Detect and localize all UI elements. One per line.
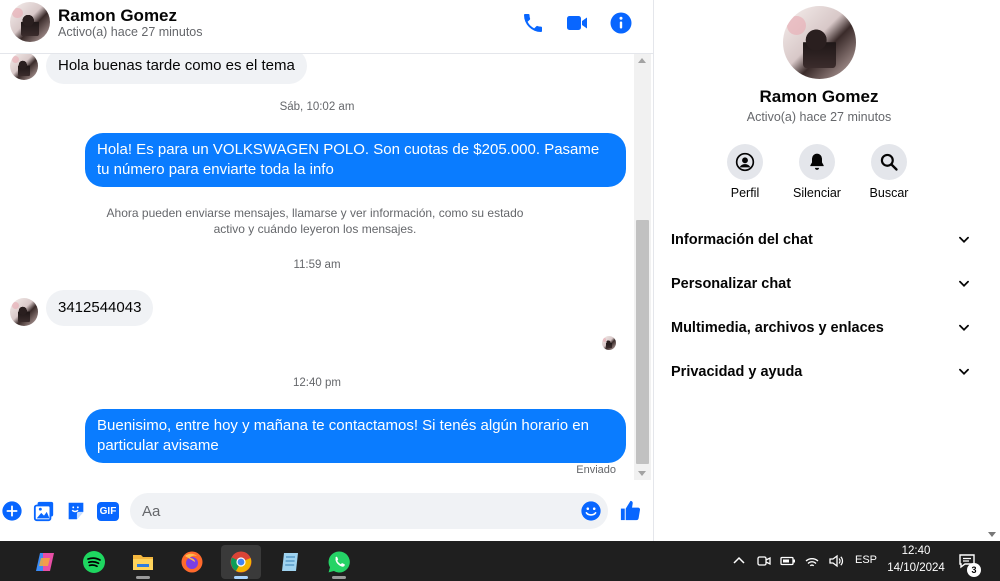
composer: GIF [0, 490, 653, 532]
taskbar-chrome[interactable] [221, 545, 261, 579]
chat-header: Ramon Gomez Activo(a) hace 27 minutos [0, 0, 653, 54]
bell-icon [810, 153, 824, 170]
panel-scrollbar[interactable] [986, 0, 1000, 541]
phone-icon[interactable] [521, 11, 545, 35]
notification-count-badge: 3 [967, 563, 981, 577]
taskbar-copilot[interactable] [25, 545, 65, 579]
chevron-down-icon [959, 280, 969, 287]
section-chat-info[interactable]: Información del chat [671, 222, 971, 258]
firefox-icon [181, 551, 203, 573]
taskbar-notepad[interactable] [270, 545, 310, 579]
scroll-down-arrow-icon[interactable] [988, 532, 996, 537]
taskbar-file-explorer[interactable] [123, 545, 163, 579]
sender-avatar[interactable] [10, 54, 38, 80]
message-timestamp: Sáb, 10:02 am [279, 101, 355, 113]
panel-avatar[interactable] [783, 6, 856, 79]
profile-label: Perfil [730, 186, 760, 200]
image-icon[interactable] [33, 500, 55, 522]
volume-icon[interactable] [828, 553, 844, 569]
section-media-files-links[interactable]: Multimedia, archivos y enlaces [671, 310, 971, 346]
scroll-down-arrow-icon[interactable] [638, 471, 646, 476]
chat-info-panel: Ramon Gomez Activo(a) hace 27 minutos Pe… [653, 0, 1000, 541]
message-scrollbar[interactable] [634, 54, 651, 480]
windows-taskbar: ESP 12:40 14/10/2024 3 [0, 541, 1000, 581]
read-receipt-avatar [602, 336, 616, 350]
scroll-thumb[interactable] [636, 220, 649, 464]
section-label: Privacidad y ayuda [671, 364, 803, 380]
clock-time[interactable]: 12:40 [886, 545, 946, 557]
like-icon[interactable] [619, 499, 642, 522]
mute-label: Silenciar [793, 186, 841, 200]
spotify-icon [83, 551, 105, 573]
chat-pane: Ramon Gomez Activo(a) hace 27 minutos Ho… [0, 0, 653, 541]
taskbar-spotify[interactable] [74, 545, 114, 579]
panel-contact-status: Activo(a) hace 27 minutos [746, 110, 892, 124]
taskbar-firefox[interactable] [172, 545, 212, 579]
message-outgoing[interactable]: Hola! Es para un VOLKSWAGEN POLO. Son cu… [85, 133, 626, 187]
message-incoming[interactable]: 3412544043 [46, 290, 154, 326]
chevron-down-icon [959, 368, 969, 375]
section-privacy-help[interactable]: Privacidad y ayuda [671, 354, 971, 390]
contact-status: Activo(a) hace 27 minutos [58, 25, 203, 39]
sender-avatar[interactable] [10, 298, 38, 326]
copilot-icon [36, 553, 54, 571]
clock-date[interactable]: 14/10/2024 [883, 562, 949, 574]
chevron-down-icon [959, 236, 969, 243]
section-label: Multimedia, archivos y enlaces [671, 320, 884, 336]
input-language[interactable]: ESP [855, 554, 877, 566]
section-label: Información del chat [671, 232, 813, 248]
section-customize-chat[interactable]: Personalizar chat [671, 266, 971, 302]
mute-button[interactable]: Silenciar [787, 144, 847, 200]
profile-button[interactable]: Perfil [715, 144, 775, 200]
chevron-up-icon[interactable] [731, 553, 747, 569]
plus-icon[interactable] [1, 500, 23, 522]
battery-icon[interactable] [780, 553, 796, 569]
emoji-icon[interactable] [580, 500, 602, 522]
search-icon [880, 153, 898, 171]
file-explorer-icon [133, 555, 153, 570]
search-label: Buscar [869, 186, 909, 200]
message-incoming[interactable]: Hola buenas tarde como es el tema [46, 54, 307, 84]
message-timestamp: 11:59 am [293, 259, 341, 271]
search-button[interactable]: Buscar [859, 144, 919, 200]
contact-name[interactable]: Ramon Gomez [58, 6, 177, 26]
message-input[interactable] [130, 493, 608, 529]
info-icon[interactable] [609, 11, 633, 35]
profile-icon [735, 152, 755, 172]
section-label: Personalizar chat [671, 276, 792, 292]
sent-status: Enviado [576, 464, 616, 476]
wifi-icon[interactable] [804, 553, 820, 569]
message-timestamp: 12:40 pm [293, 377, 341, 389]
chevron-down-icon [959, 324, 969, 331]
gif-icon[interactable]: GIF [97, 502, 119, 521]
scroll-up-arrow-icon[interactable] [638, 58, 646, 63]
taskbar-whatsapp[interactable] [319, 545, 359, 579]
video-camera-icon[interactable] [565, 11, 589, 35]
contact-avatar[interactable] [10, 2, 50, 42]
system-notice: Ahora pueden enviarse mensajes, llamarse… [106, 206, 524, 236]
notepad-icon [282, 553, 298, 571]
meet-now-icon[interactable] [756, 553, 772, 569]
sticker-icon[interactable] [65, 500, 87, 522]
panel-contact-name: Ramon Gomez [759, 87, 879, 106]
whatsapp-icon [328, 551, 350, 573]
message-outgoing[interactable]: Buenisimo, entre hoy y mañana te contact… [85, 409, 626, 463]
chrome-icon [230, 551, 252, 573]
message-list[interactable]: Hola buenas tarde como es el tema Sáb, 1… [0, 54, 634, 480]
